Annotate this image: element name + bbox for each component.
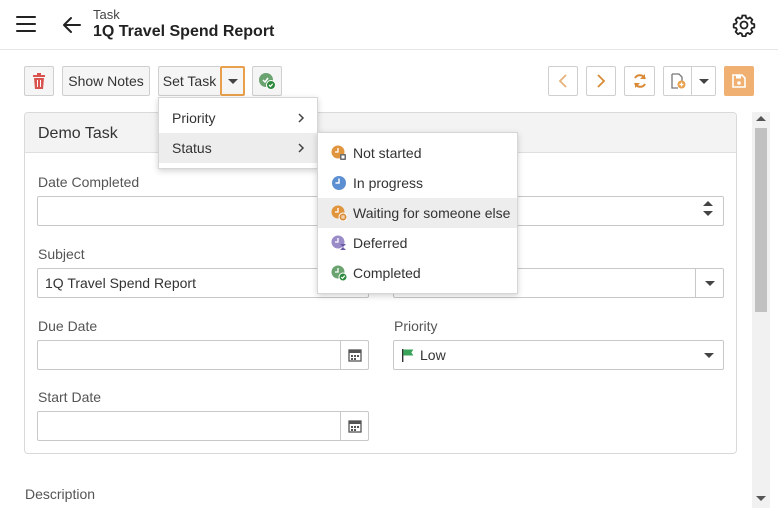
status-item-waiting[interactable]: Waiting for someone else	[318, 198, 517, 228]
page-kicker: Task	[93, 7, 120, 22]
menu-item-label: Status	[172, 140, 212, 156]
status-item-label: Deferred	[353, 235, 408, 251]
dropdown-button[interactable]	[695, 269, 723, 297]
due-date-field[interactable]	[37, 340, 369, 370]
status-item-in-progress[interactable]: In progress	[318, 168, 517, 198]
task-complete-icon	[259, 73, 276, 90]
new-item-dropdown-button[interactable]	[691, 66, 716, 96]
chevron-right-icon	[298, 143, 305, 153]
in-progress-icon	[332, 176, 346, 190]
calendar-icon	[347, 420, 362, 433]
menu-item-status[interactable]: Status	[159, 133, 317, 163]
start-date-label: Start Date	[38, 389, 102, 405]
delete-button[interactable]	[24, 66, 54, 96]
save-button[interactable]	[724, 66, 754, 96]
mark-complete-button[interactable]	[252, 66, 282, 96]
set-task-button[interactable]: Set Task	[158, 66, 220, 96]
title-block: Task 1Q Travel Spend Report	[93, 7, 274, 42]
new-item-button[interactable]	[663, 66, 692, 96]
scroll-up-icon[interactable]	[756, 116, 766, 121]
status-item-label: Not started	[353, 145, 422, 161]
previous-button[interactable]	[548, 66, 578, 96]
due-date-calendar-button[interactable]	[340, 341, 368, 369]
chevron-left-icon	[558, 74, 567, 88]
status-item-not-started[interactable]: Not started	[318, 138, 517, 168]
page-title: 1Q Travel Spend Report	[93, 23, 275, 40]
deferred-icon	[331, 235, 346, 250]
chevron-right-icon	[597, 74, 606, 88]
completed-icon	[331, 265, 347, 281]
scrollbar[interactable]	[752, 112, 770, 508]
chevron-down-icon	[704, 280, 715, 286]
scroll-down-icon[interactable]	[756, 496, 766, 501]
next-button[interactable]	[586, 66, 616, 96]
menu-item-priority[interactable]: Priority	[159, 103, 317, 133]
priority-label: Priority	[394, 318, 438, 334]
priority-value: Low	[420, 347, 446, 363]
start-date-calendar-button[interactable]	[340, 412, 368, 440]
menu-item-label: Priority	[172, 110, 216, 126]
new-document-icon	[670, 73, 685, 89]
chevron-down-icon	[704, 352, 714, 358]
scrollbar-thumb[interactable]	[755, 128, 767, 312]
menu-icon[interactable]	[16, 16, 36, 32]
increment-icon[interactable]	[703, 201, 713, 206]
set-task-dropdown-button[interactable]	[220, 66, 245, 96]
gear-icon[interactable]	[732, 13, 756, 37]
show-notes-button[interactable]: Show Notes	[62, 66, 150, 96]
chevron-down-icon	[227, 78, 238, 84]
refresh-icon	[633, 74, 646, 88]
status-item-label: Completed	[353, 265, 421, 281]
priority-select[interactable]: Low	[393, 340, 724, 370]
app-header: Task 1Q Travel Spend Report	[0, 0, 778, 50]
description-label: Description	[25, 486, 96, 502]
status-item-completed[interactable]: Completed	[318, 258, 517, 288]
start-date-field[interactable]	[37, 411, 369, 441]
decrement-icon[interactable]	[703, 211, 713, 216]
waiting-icon	[331, 205, 347, 221]
status-item-label: Waiting for someone else	[353, 205, 511, 221]
flag-icon	[402, 349, 414, 362]
due-date-label: Due Date	[38, 318, 98, 334]
stepper-arrows[interactable]	[703, 201, 715, 221]
subject-label: Subject	[38, 246, 85, 262]
refresh-button[interactable]	[624, 66, 655, 96]
chevron-right-icon	[298, 113, 305, 123]
not-started-icon	[331, 145, 346, 160]
status-item-deferred[interactable]: Deferred	[318, 228, 517, 258]
calendar-icon	[347, 349, 362, 362]
chevron-down-icon	[698, 78, 709, 84]
save-icon	[732, 74, 746, 88]
status-item-label: In progress	[353, 175, 424, 191]
trash-icon	[33, 73, 45, 89]
back-arrow-icon[interactable]	[60, 13, 84, 37]
dropdown-button[interactable]	[695, 341, 723, 369]
status-submenu: Not started In progress Waiting for some…	[317, 132, 518, 294]
date-completed-label: Date Completed	[38, 174, 140, 190]
set-task-menu: Priority Status	[158, 97, 318, 169]
